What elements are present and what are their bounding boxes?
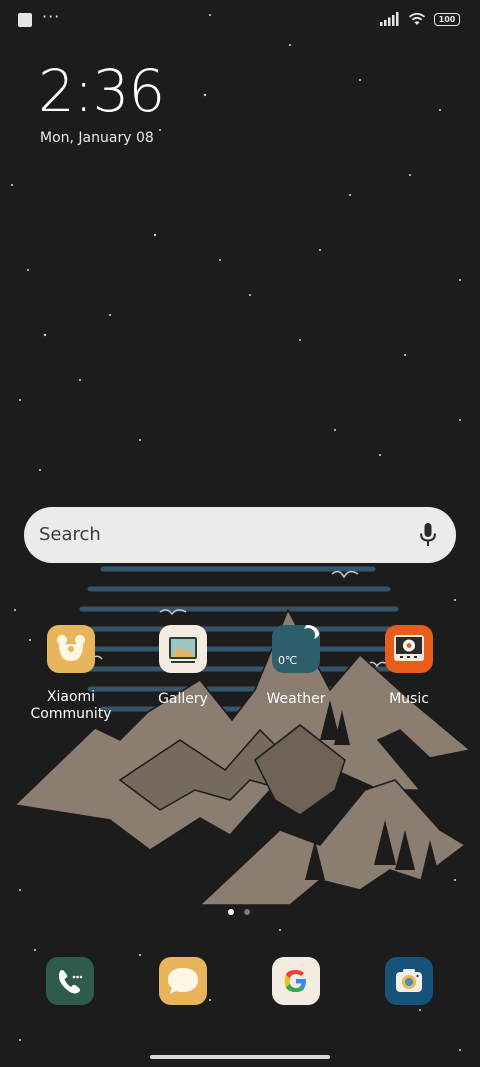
messages-icon[interactable]	[159, 957, 207, 1005]
notification-app-icon	[18, 13, 32, 27]
page-indicator	[228, 909, 260, 915]
app-label: Music	[389, 691, 429, 707]
gallery-icon	[159, 625, 207, 673]
phone-icon[interactable]	[46, 957, 94, 1005]
app-label: Weather	[266, 691, 326, 707]
clock-time[interactable]: 2:36	[38, 56, 165, 126]
app-label: Xiaomi Community	[30, 689, 112, 722]
clock-date[interactable]: Mon, January 08	[40, 130, 154, 146]
search-bar[interactable]: Search	[24, 507, 456, 563]
status-bar: ··· 100	[0, 0, 480, 44]
more-notifications-icon: ···	[42, 7, 61, 26]
page-dot-active	[228, 909, 234, 915]
status-bar-right: 100	[380, 12, 460, 26]
music-icon	[385, 625, 433, 673]
weather-temperature: 0℃	[278, 654, 298, 667]
status-bar-left: ···	[18, 7, 61, 27]
weather-icon: 0℃	[272, 625, 320, 673]
camera-icon[interactable]	[385, 957, 433, 1005]
gesture-navigation-bar[interactable]	[150, 1055, 330, 1059]
app-gallery[interactable]: Gallery	[128, 625, 238, 708]
google-icon[interactable]	[272, 957, 320, 1005]
app-weather[interactable]: 0℃ Weather	[241, 625, 351, 708]
app-xiaomi-community[interactable]: Xiaomi Community	[16, 625, 126, 723]
search-placeholder: Search	[39, 524, 101, 545]
page-dot	[244, 909, 250, 915]
battery-icon: 100	[434, 12, 460, 26]
wifi-icon	[408, 12, 426, 25]
app-music[interactable]: Music	[354, 625, 464, 708]
home-screen: ··· 100 2:36 Mon, January 08 Search Xiao…	[0, 0, 480, 1067]
xiaomi-community-icon	[47, 625, 95, 673]
microphone-icon[interactable]	[418, 522, 438, 548]
signal-icon	[380, 12, 399, 26]
app-label: Gallery	[158, 691, 208, 707]
